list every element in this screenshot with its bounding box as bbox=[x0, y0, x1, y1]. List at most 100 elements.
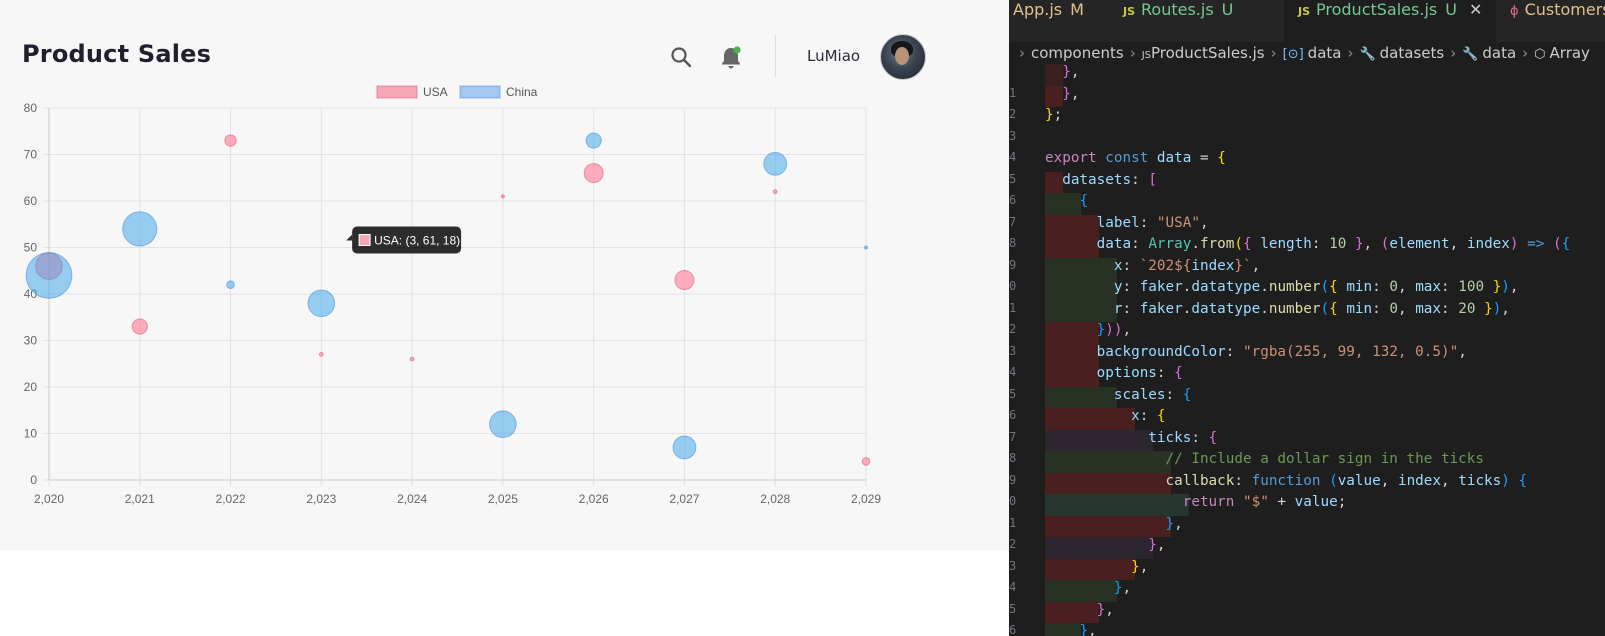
js-file-icon: JS bbox=[1298, 5, 1311, 18]
code-line: 9 callback: function (value, index, tick… bbox=[1009, 472, 1605, 494]
x-tick-label: 2,029 bbox=[851, 492, 881, 506]
y-tick-label: 10 bbox=[24, 427, 38, 441]
y-tick-label: 50 bbox=[24, 241, 38, 255]
tab-status: U bbox=[1221, 0, 1234, 19]
code-line: 4 options: { bbox=[1009, 365, 1605, 387]
tab-label: ProductSales.js bbox=[1316, 0, 1438, 19]
breadcrumb-item[interactable]: components bbox=[1031, 44, 1124, 62]
breadcrumb-item[interactable]: datasets bbox=[1380, 44, 1445, 62]
bubble-usa bbox=[500, 194, 505, 199]
code-line: 5 datasets: [ bbox=[1009, 171, 1605, 193]
bubble-china bbox=[307, 289, 336, 318]
search-icon[interactable] bbox=[668, 44, 696, 72]
tooltip-text: USA: (3, 61, 18) bbox=[374, 234, 460, 248]
bubble-china bbox=[585, 132, 602, 149]
code-line: 3 bbox=[1009, 128, 1017, 143]
tab-status: M bbox=[1070, 0, 1084, 19]
editor-tab-bar: App.js M JS Routes.js U JS ProductSales.js U ✕… bbox=[1009, 0, 1605, 42]
code-line: 6 { bbox=[1009, 193, 1605, 215]
code-line: 9 x: `202${index}`, bbox=[1009, 257, 1605, 279]
x-tick-label: 2,028 bbox=[760, 492, 790, 506]
code-line: 7 label: "USA", bbox=[1009, 214, 1605, 236]
chart-bubbles bbox=[25, 132, 871, 466]
bubble-china bbox=[226, 280, 235, 289]
tab-customers[interactable]: ϕ CustomersL bbox=[1496, 0, 1605, 42]
code-line: 4 }, bbox=[1009, 580, 1605, 602]
code-line: 4 export const data = { bbox=[1009, 150, 1226, 166]
avatar[interactable] bbox=[880, 34, 926, 80]
code-line: 2 })), bbox=[1009, 322, 1605, 344]
code-line: 7 ticks: { bbox=[1009, 429, 1605, 451]
bell-icon[interactable] bbox=[717, 44, 745, 72]
code-line: 8 data: Array.from({ length: 10 }, (elem… bbox=[1009, 236, 1605, 258]
code-editor: App.js M JS Routes.js U JS ProductSales.js U ✕… bbox=[1009, 0, 1605, 636]
y-tick-label: 70 bbox=[24, 148, 38, 162]
code-line: 2 }, bbox=[1009, 537, 1605, 559]
code-line: 3 }, bbox=[1009, 558, 1605, 580]
chart-tooltip: USA: (3, 61, 18) bbox=[346, 226, 462, 254]
code-line: 5 scales: { bbox=[1009, 386, 1605, 408]
bubble-china bbox=[864, 245, 868, 250]
tab-label: App.js bbox=[1013, 0, 1063, 19]
bubble-usa bbox=[583, 163, 604, 184]
bubble-usa bbox=[409, 356, 415, 362]
y-tick-label: 60 bbox=[24, 194, 38, 208]
bubble-chart: 01020304050607080 2,020 2,021 2,022 2,023 2,… bbox=[24, 85, 882, 506]
x-tick-label: 2,021 bbox=[125, 492, 155, 506]
bubble-usa bbox=[674, 270, 695, 291]
tab-app-js[interactable]: App.js M bbox=[1009, 0, 1121, 42]
page-blank-area bbox=[0, 550, 1009, 636]
x-tick-label: 2,020 bbox=[34, 492, 64, 506]
x-tick-label: 2,026 bbox=[579, 492, 609, 506]
user-name[interactable]: LuMiao bbox=[807, 47, 860, 65]
breadcrumb-item[interactable]: ProductSales.js bbox=[1151, 44, 1265, 62]
chart-legend: USA China bbox=[376, 85, 538, 99]
code-line: 2}; bbox=[1009, 107, 1063, 123]
bubble-china bbox=[672, 435, 697, 460]
tab-productsales-js[interactable]: JS ProductSales.js U ✕ bbox=[1284, 0, 1496, 42]
x-tick-label: 2,024 bbox=[397, 492, 427, 506]
y-tick-label: 80 bbox=[24, 101, 38, 115]
bubble-china bbox=[122, 211, 158, 247]
chart-grid bbox=[43, 107, 867, 486]
code-line: 5 }, bbox=[1009, 601, 1605, 623]
react-icon: ϕ bbox=[1510, 4, 1519, 19]
js-file-icon: JS bbox=[1123, 5, 1136, 18]
x-tick-label: 2,025 bbox=[488, 492, 518, 506]
close-icon[interactable]: ✕ bbox=[1469, 0, 1482, 19]
code-line: 8 // Include a dollar sign in the ticks bbox=[1009, 451, 1605, 473]
bubble-usa bbox=[131, 318, 148, 335]
code-line: 0 y: faker.datatype.number({ min: 0, max… bbox=[1009, 279, 1605, 301]
y-tick-label: 0 bbox=[30, 473, 37, 487]
code-line: 6 }, bbox=[1009, 623, 1605, 636]
tooltip-arrow bbox=[346, 234, 353, 241]
breadcrumb-item[interactable]: data bbox=[1482, 44, 1516, 62]
code-line: 1 }, bbox=[1009, 85, 1605, 107]
legend-swatch bbox=[459, 85, 501, 99]
bubble-china bbox=[25, 252, 73, 299]
bubble-usa bbox=[772, 189, 778, 195]
tooltip-swatch bbox=[358, 234, 371, 247]
x-axis: 2,020 2,021 2,022 2,023 2,024 2,025 2,026 2,027… bbox=[34, 492, 881, 506]
breadcrumb-item[interactable]: data bbox=[1308, 44, 1342, 62]
notification-status-dot bbox=[733, 46, 741, 54]
code-line: }, bbox=[1009, 64, 1605, 86]
tab-routes-js[interactable]: JS Routes.js U bbox=[1119, 0, 1283, 42]
y-tick-label: 30 bbox=[24, 334, 38, 348]
code-area[interactable]: }, 1 }, 2}; 3 4 export const data = { 5 d… bbox=[1009, 64, 1605, 636]
code-line: 1 r: faker.datatype.number({ min: 0, max… bbox=[1009, 300, 1605, 322]
legend-swatch bbox=[376, 85, 418, 99]
code-line: 1 }, bbox=[1009, 515, 1605, 537]
header-divider bbox=[775, 35, 776, 77]
code-line: 3 backgroundColor: "rgba(255, 99, 132, 0… bbox=[1009, 343, 1605, 365]
product-sales-app: Product Sales LuMiao 0 10 20 30 40 50 60 70 80 2… bbox=[0, 0, 1009, 550]
breadcrumb-item[interactable]: Array bbox=[1550, 44, 1590, 62]
legend-label: China bbox=[506, 85, 538, 99]
bubble-china bbox=[763, 151, 788, 176]
code-line: 0 return "$" + value; bbox=[1009, 494, 1605, 516]
bubble-usa bbox=[318, 352, 324, 357]
bubble-usa bbox=[861, 457, 871, 466]
x-tick-label: 2,027 bbox=[669, 492, 699, 506]
legend-label: USA bbox=[423, 85, 448, 99]
tab-label: Routes.js bbox=[1141, 0, 1214, 19]
